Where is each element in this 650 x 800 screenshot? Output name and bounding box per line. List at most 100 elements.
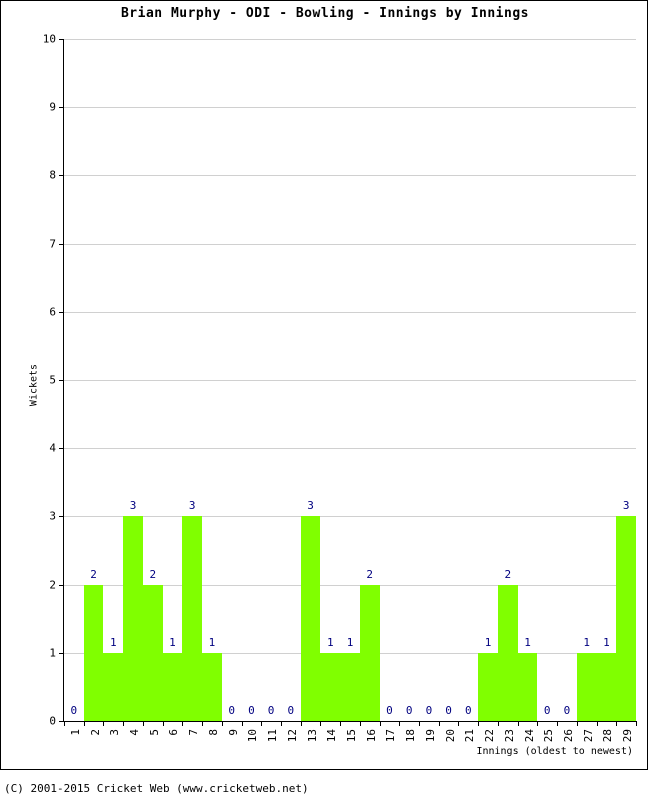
x-tick-label: 1 xyxy=(68,729,82,736)
x-tick-label: 13 xyxy=(305,729,319,743)
y-tick-label: 3 xyxy=(49,509,56,523)
x-tick-mark xyxy=(300,721,302,726)
x-tick-mark xyxy=(123,721,125,726)
x-axis-title: Innings (oldest to newest) xyxy=(476,746,633,757)
x-tick-mark xyxy=(616,721,618,726)
x-tick-mark xyxy=(241,721,243,726)
y-tick-mark xyxy=(59,448,64,450)
bar-value-label: 0 xyxy=(248,704,255,717)
y-tick-label: 1 xyxy=(49,646,56,660)
bar-value-label: 0 xyxy=(405,704,413,717)
bar[interactable] xyxy=(142,584,163,721)
bar-value-label: 0 xyxy=(228,704,235,717)
chart-title: Brian Murphy - ODI - Bowling - Innings b… xyxy=(120,6,529,21)
bar[interactable] xyxy=(320,652,341,721)
x-tick-label: 20 xyxy=(443,729,457,743)
x-tick-label: 17 xyxy=(384,729,398,743)
bar-value-label: 3 xyxy=(129,499,137,513)
bar[interactable] xyxy=(103,652,124,721)
bar-value-label: 1 xyxy=(524,635,531,649)
bar-value-label: 1 xyxy=(326,635,334,649)
x-tick-mark xyxy=(576,721,578,726)
chart-frame: Brian Murphy - ODI - Bowling - Innings b… xyxy=(0,0,648,770)
bar[interactable] xyxy=(616,516,636,721)
bar[interactable] xyxy=(123,516,143,721)
bar-value-label: 0 xyxy=(445,704,452,717)
bar[interactable] xyxy=(83,584,104,721)
bar[interactable] xyxy=(576,652,597,721)
x-tick-label: 2 xyxy=(88,729,102,736)
x-tick-label: 9 xyxy=(226,729,240,736)
y-tick-label: 5 xyxy=(49,373,56,387)
copyright-notice: (C) 2001-2015 Cricket Web (www.cricketwe… xyxy=(4,782,309,795)
bar-value-label: 0 xyxy=(287,704,295,717)
y-tick-mark xyxy=(59,311,64,313)
bar[interactable] xyxy=(478,652,498,721)
x-tick-label: 27 xyxy=(581,729,595,743)
bar-value-label: 3 xyxy=(307,499,314,513)
x-tick-label: 16 xyxy=(364,729,378,743)
x-tick-label: 10 xyxy=(246,729,260,743)
bar[interactable] xyxy=(340,652,360,721)
x-tick-mark xyxy=(261,721,263,726)
bar-value-label: 0 xyxy=(70,704,78,717)
x-tick-mark xyxy=(64,721,65,726)
bar-value-label: 3 xyxy=(622,499,630,513)
x-tick-mark xyxy=(517,721,519,726)
x-tick-mark xyxy=(320,721,322,726)
x-tick-label: 12 xyxy=(285,729,299,743)
y-tick-label: 4 xyxy=(49,441,56,455)
bar[interactable] xyxy=(497,584,518,721)
x-tick-label: 6 xyxy=(167,729,181,736)
gridline xyxy=(64,516,636,518)
y-tick-label: 2 xyxy=(49,578,56,592)
bar-value-label: 1 xyxy=(346,635,354,649)
x-tick-mark xyxy=(537,721,539,726)
bar[interactable] xyxy=(202,652,222,721)
bar[interactable] xyxy=(596,652,617,721)
x-tick-mark xyxy=(379,721,381,726)
bar[interactable] xyxy=(359,584,380,721)
gridline xyxy=(64,448,636,450)
bar-value-label: 1 xyxy=(583,635,590,649)
x-tick-label: 23 xyxy=(502,729,516,743)
bar-value-label: 2 xyxy=(90,567,97,581)
x-tick-label: 21 xyxy=(463,729,477,743)
x-tick-mark xyxy=(557,721,559,726)
bar-value-label: 0 xyxy=(267,704,275,717)
x-tick-mark xyxy=(103,721,105,726)
bar[interactable] xyxy=(300,516,321,721)
x-tick-mark xyxy=(497,721,499,726)
y-axis-title: Wickets xyxy=(28,363,40,407)
gridline xyxy=(64,311,636,313)
bar-value-label: 0 xyxy=(386,704,393,717)
x-tick-mark xyxy=(162,721,164,726)
gridline xyxy=(64,380,636,381)
x-tick-mark xyxy=(340,721,342,726)
x-tick-label: 22 xyxy=(483,729,497,743)
x-tick-label: 15 xyxy=(345,729,358,743)
x-tick-label: 8 xyxy=(206,729,220,736)
x-tick-mark xyxy=(636,721,637,726)
x-tick-label: 14 xyxy=(325,729,339,743)
bar[interactable] xyxy=(182,516,203,721)
y-tick-mark xyxy=(59,380,64,381)
x-tick-mark xyxy=(280,721,282,726)
y-tick-mark xyxy=(59,107,64,109)
bar-value-label: 0 xyxy=(425,704,433,717)
bar[interactable] xyxy=(162,652,183,721)
x-tick-mark xyxy=(458,721,460,726)
x-tick-mark xyxy=(399,721,401,726)
y-tick-mark xyxy=(59,516,64,518)
bar-value-label: 2 xyxy=(149,567,157,581)
gridline xyxy=(64,107,636,109)
x-tick-label: 29 xyxy=(621,729,635,743)
x-tick-label: 7 xyxy=(187,729,201,736)
bar[interactable] xyxy=(517,652,538,721)
bar-value-label: 0 xyxy=(543,704,551,717)
y-tick-mark xyxy=(59,243,64,245)
x-tick-label: 5 xyxy=(147,729,161,736)
x-tick-label: 19 xyxy=(423,729,437,743)
bar-value-label: 3 xyxy=(188,499,196,513)
y-tick-mark xyxy=(59,39,64,40)
